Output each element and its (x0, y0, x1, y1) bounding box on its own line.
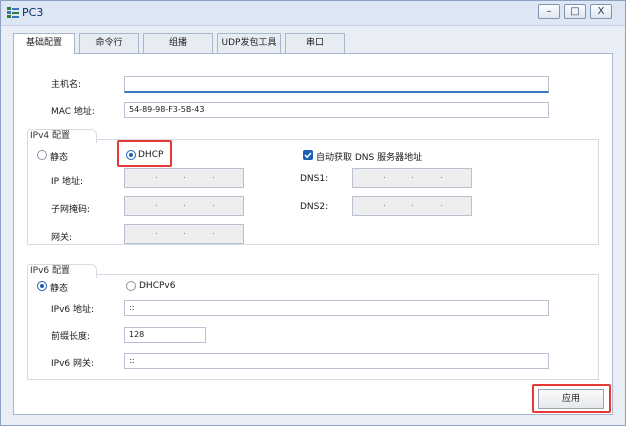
minimize-button[interactable]: – (538, 4, 560, 19)
hostname-label: 主机名: (51, 80, 82, 90)
maximize-button[interactable]: □ (564, 4, 586, 19)
subnet-mask-label: 子网掩码: (51, 205, 91, 215)
dns2-input[interactable]: ... (352, 196, 472, 216)
dhcpv6-radio[interactable] (126, 281, 136, 291)
ipv6-group-title: IPv6 配置 (27, 264, 97, 278)
mac-address-field[interactable]: 54-89-98-F3-5B-43 (124, 102, 549, 118)
tab-command-line[interactable]: 命令行 (79, 33, 139, 53)
checkmark-icon (304, 152, 312, 159)
ip-address-input[interactable]: ... (124, 168, 244, 188)
ipv4-dhcp-label: DHCP (138, 150, 164, 160)
ipv6-address-input[interactable]: :: (124, 300, 549, 316)
window-title: PC3 (22, 6, 44, 19)
ipv6-static-label: 静态 (50, 284, 69, 294)
pc3-window: PC3 – □ X 基础配置 命令行 组播 UDP发包工具 串口 主机名: MA… (0, 0, 626, 426)
maximize-icon: □ (570, 6, 580, 17)
gateway-label: 网关: (51, 233, 73, 243)
ipv4-dhcp-radio[interactable] (126, 150, 136, 160)
dhcpv6-label: DHCPv6 (139, 281, 176, 291)
auto-dns-checkbox[interactable] (303, 150, 313, 160)
ipv6-gateway-label: IPv6 网关: (51, 359, 95, 369)
minimize-icon: – (546, 6, 552, 17)
title-bar[interactable]: PC3 – □ X (1, 1, 625, 26)
dns2-label: DNS2: (300, 202, 329, 212)
auto-dns-label: 自动获取 DNS 服务器地址 (316, 153, 423, 163)
ipv6-gateway-input[interactable]: :: (124, 353, 549, 369)
ipv6-address-label: IPv6 地址: (51, 305, 95, 315)
mac-label: MAC 地址: (51, 107, 95, 117)
ipv4-static-label: 静态 (50, 153, 69, 163)
subnet-mask-input[interactable]: ... (124, 196, 244, 216)
tab-serial-port[interactable]: 串口 (285, 33, 345, 53)
hostname-input[interactable] (124, 76, 549, 93)
ipv6-static-radio[interactable] (37, 281, 47, 291)
tab-basic-config[interactable]: 基础配置 (13, 33, 75, 54)
gateway-input[interactable]: ... (124, 224, 244, 244)
tab-udp-tool[interactable]: UDP发包工具 (217, 33, 281, 53)
ipv4-config-group (27, 139, 599, 245)
ip-address-label: IP 地址: (51, 177, 83, 187)
apply-button[interactable]: 应用 (538, 389, 604, 409)
tab-multicast[interactable]: 组播 (143, 33, 213, 53)
dns1-label: DNS1: (300, 174, 329, 184)
ipv4-static-radio[interactable] (37, 150, 47, 160)
close-button[interactable]: X (590, 4, 612, 19)
basic-config-panel: 主机名: MAC 地址: 54-89-98-F3-5B-43 IPv4 配置 静… (13, 53, 613, 415)
prefix-length-input[interactable]: 128 (124, 327, 206, 343)
pc-app-icon (7, 7, 19, 18)
prefix-length-label: 前缀长度: (51, 332, 91, 342)
close-icon: X (597, 6, 605, 17)
dns1-input[interactable]: ... (352, 168, 472, 188)
ipv4-group-title: IPv4 配置 (27, 129, 97, 143)
